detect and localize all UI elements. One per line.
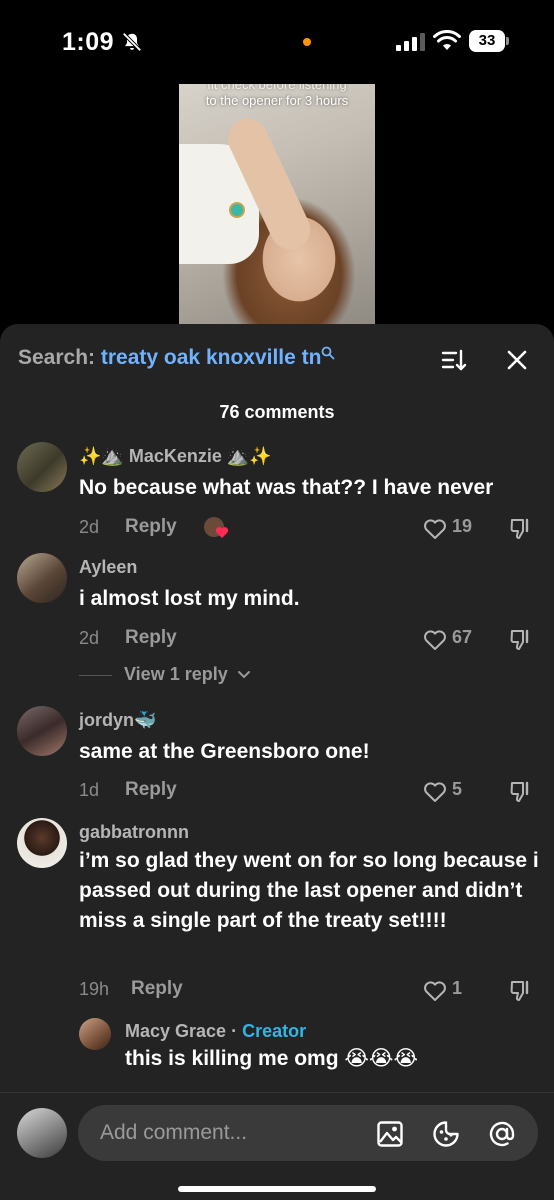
reply-button[interactable]: Reply (125, 627, 177, 649)
reply-button[interactable]: Reply (125, 516, 177, 538)
search-label: Search: (18, 346, 96, 369)
search-term[interactable]: treaty oak knoxville tn (101, 346, 322, 369)
video-caption-line1: fit check before listening (207, 84, 347, 92)
view-replies-label: View 1 reply (124, 664, 228, 684)
dislike-icon[interactable] (508, 780, 532, 804)
comment-age: 2d (79, 517, 100, 537)
video-thumbnail[interactable]: fit check before listening to the opener… (179, 84, 375, 324)
dislike-icon[interactable] (508, 979, 532, 1003)
comment-age: 2d (79, 628, 100, 648)
comment-text: i almost lost my mind. (79, 587, 300, 610)
heart-icon[interactable] (423, 980, 447, 1002)
comment-composer (0, 1092, 554, 1200)
avatar[interactable] (17, 706, 67, 756)
comment-username[interactable]: gabbatronnn (79, 822, 189, 843)
status-time: 1:09 (62, 28, 115, 56)
search-header[interactable]: Search: treaty oak knoxville tn (18, 346, 335, 370)
battery-tip (506, 37, 509, 45)
view-replies-button[interactable]: View 1 reply (79, 664, 251, 685)
reply-username[interactable]: Macy Grace · Creator (125, 1021, 306, 1042)
reply-separator: · (226, 1021, 243, 1041)
comment-age: 19h (79, 979, 110, 999)
comment-text: i’m so glad they went on for so long bec… (79, 849, 539, 932)
video-caption-line2: to the opener for 3 hours (205, 93, 349, 108)
battery-level: 33 (469, 30, 505, 52)
reply-button[interactable]: Reply (125, 779, 177, 801)
video-subject-necklace (229, 202, 245, 218)
avatar[interactable] (17, 818, 67, 868)
home-indicator[interactable] (178, 1186, 376, 1192)
search-icon (322, 346, 335, 360)
heart-icon[interactable] (423, 781, 447, 803)
dislike-icon[interactable] (508, 517, 532, 541)
reply-avatar[interactable] (79, 1018, 111, 1050)
comments-panel: Search: treaty oak knoxville tn 76 comme… (0, 324, 554, 1200)
sticker-icon[interactable] (432, 1120, 460, 1148)
like-count: 67 (452, 627, 473, 647)
reply-text: this is killing me omg 😭😭😭 (125, 1047, 418, 1070)
comment-input[interactable] (78, 1105, 538, 1161)
heart-icon[interactable] (423, 518, 447, 540)
my-avatar[interactable] (17, 1108, 67, 1158)
comment-age: 1d (79, 780, 100, 800)
video-caption: fit check before listening to the opener… (179, 84, 375, 109)
comment-text: same at the Greensboro one! (79, 740, 370, 763)
comments-count: 76 comments (219, 402, 335, 422)
bell-slash-icon (122, 32, 142, 52)
battery-indicator: 33 (469, 30, 509, 52)
avatar[interactable] (17, 553, 67, 603)
mention-icon[interactable] (488, 1120, 516, 1148)
privacy-indicator-dot (303, 38, 311, 46)
creator-badge: Creator (242, 1021, 307, 1041)
reply-username-text: Macy Grace (125, 1021, 227, 1041)
image-icon[interactable] (376, 1120, 404, 1148)
dislike-icon[interactable] (508, 628, 532, 652)
like-count: 1 (452, 978, 463, 998)
wifi-icon (433, 30, 461, 50)
view-replies-rule (79, 674, 112, 676)
like-count: 19 (452, 516, 473, 536)
status-bar: 1:09 33 (0, 0, 554, 84)
comment-username[interactable]: Ayleen (79, 557, 137, 578)
chevron-down-icon (237, 671, 250, 679)
sort-icon[interactable] (441, 348, 467, 372)
comment-username[interactable]: ✨⛰️ MacKenzie ⛰️✨ (79, 446, 272, 467)
comment-text: No because what was that?? I have never (79, 476, 494, 499)
signal-icon (396, 33, 425, 51)
comment-username[interactable]: jordyn🐳 (79, 710, 156, 731)
avatar[interactable] (17, 442, 67, 492)
like-count: 5 (452, 779, 463, 799)
reply-button[interactable]: Reply (131, 978, 183, 1000)
creator-liked-icon (204, 517, 229, 538)
heart-icon[interactable] (423, 629, 447, 651)
close-icon[interactable] (505, 348, 529, 372)
